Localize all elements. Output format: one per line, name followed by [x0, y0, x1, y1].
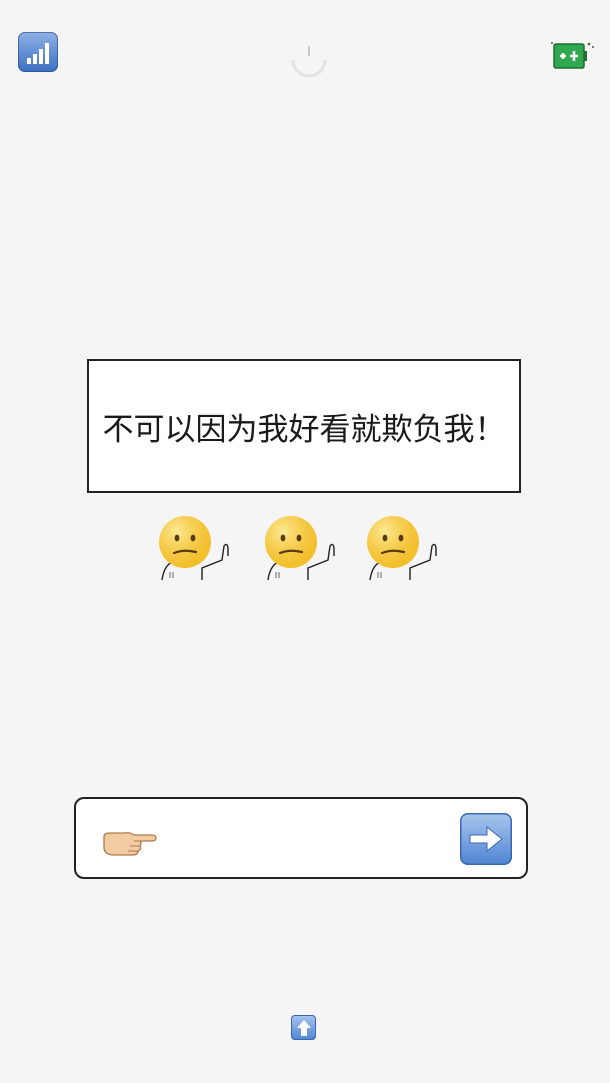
message-input[interactable]: [168, 817, 452, 863]
scroll-up-button[interactable]: [291, 1015, 316, 1040]
pointing-hand-icon: [100, 823, 158, 859]
input-bar: [74, 797, 528, 879]
right-arrow-icon: [469, 825, 503, 853]
confused-face-stick-figure-icon: [156, 512, 238, 584]
loading-spinner-icon: [290, 42, 328, 80]
message-text: 不可以因为我好看就欺负我！: [102, 411, 506, 448]
message-card: 不可以因为我好看就欺负我！: [87, 359, 521, 493]
confused-face-stick-figure-icon: [364, 512, 446, 584]
signal-bars-icon: [18, 32, 58, 72]
confused-face-stick-figure-icon: [262, 512, 344, 584]
send-button[interactable]: [460, 813, 512, 865]
up-arrow-icon: [296, 1019, 311, 1036]
battery-charging-icon: [548, 38, 596, 74]
